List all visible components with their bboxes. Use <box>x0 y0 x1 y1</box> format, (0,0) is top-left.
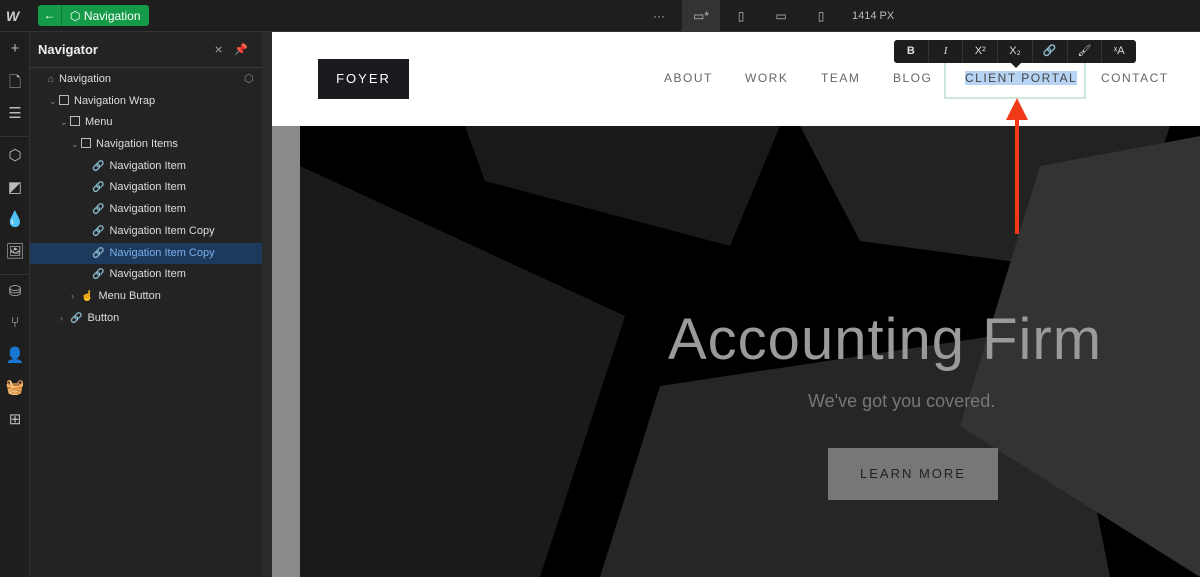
landscape-breakpoint-icon[interactable]: ▭ <box>762 0 800 32</box>
tablet-breakpoint-icon[interactable]: ▯ <box>722 0 760 32</box>
chevron-right-icon[interactable]: › <box>60 308 70 330</box>
link-icon: 🔗 <box>92 182 105 194</box>
top-bar: W ← ⬡ Navigation ··· ▭* ▯ ▭ ▯ 1414 PX <box>0 0 1200 32</box>
nav-link-client-portal[interactable]: CLIENT PORTAL <box>965 71 1078 85</box>
navigator-item[interactable]: ⌂ Navigation ⬡ <box>30 69 262 91</box>
navigator-item-label: Menu <box>85 116 113 129</box>
collapse-all-icon[interactable]: ⨯ <box>214 32 223 68</box>
navigator-item-label: Navigation Wrap <box>74 94 156 107</box>
navigator-item-label: Menu Button <box>98 289 161 302</box>
link-button[interactable]: 🔗 <box>1033 40 1068 63</box>
pin-icon[interactable]: 📌 <box>234 32 248 68</box>
navigator-item[interactable]: 🔗 Navigation Item <box>30 156 262 178</box>
chevron-down-icon[interactable]: ⌄ <box>71 134 81 156</box>
cms-icon[interactable]: ⛁ <box>0 282 30 300</box>
ecommerce-icon[interactable]: 🧺 <box>0 378 30 396</box>
link-icon: 🔗 <box>70 312 83 324</box>
hero-title[interactable]: Accounting Firm <box>668 306 1102 373</box>
navigator-item[interactable]: › 🔗 Button <box>30 308 262 330</box>
navigator-item-label: Navigation Item <box>109 203 186 216</box>
navigator-item-label: Navigation <box>59 73 112 85</box>
navigator-item[interactable]: ⌄ Menu <box>30 112 262 134</box>
link-icon: 🔗 <box>92 160 105 172</box>
variables-icon[interactable]: 💧 <box>0 210 30 228</box>
navigator-item[interactable]: 🔗 Navigation Item Copy <box>30 242 262 265</box>
link-icon: 🔗 <box>92 269 105 281</box>
nav-link-contact[interactable]: CONTACT <box>1101 71 1169 85</box>
back-arrow-icon[interactable]: ← <box>38 5 62 26</box>
left-toolbar: + 🗋 ☰ ⬡ ◩ 💧 🖼 ⛁ ⑂ 👤 🧺 ⊞ <box>0 32 30 577</box>
mobile-breakpoint-icon[interactable]: ▯ <box>802 0 840 32</box>
nav-link-team[interactable]: TEAM <box>821 71 860 85</box>
webflow-logo[interactable]: W <box>6 8 19 24</box>
navigator-item-label: Navigation Item <box>109 181 186 194</box>
component-label: ⬡ Navigation <box>70 8 141 23</box>
navigator-item-label: Navigation Item Copy <box>109 246 215 259</box>
nav-link-about[interactable]: ABOUT <box>664 71 713 85</box>
superscript-button[interactable]: X² <box>963 40 999 63</box>
component-breadcrumb[interactable]: ← ⬡ Navigation <box>38 5 149 26</box>
navigator-item-label: Navigation Item <box>109 268 186 281</box>
italic-button[interactable]: I <box>929 40 964 63</box>
navigator-item-label: Navigation Items <box>96 138 178 151</box>
link-icon: 🔗 <box>92 247 105 259</box>
navigator-item[interactable]: 🔗 Navigation Item <box>30 199 262 221</box>
toolbar-caret <box>1010 62 1022 68</box>
navigator-item-label: Navigation Item <box>109 159 186 172</box>
chevron-down-icon[interactable]: ⌄ <box>49 91 59 113</box>
div-block-icon <box>81 138 91 149</box>
chevron-right-icon[interactable]: › <box>71 286 81 308</box>
navigator-icon[interactable]: ☰ <box>0 104 30 122</box>
styles-icon[interactable]: ◩ <box>0 178 30 196</box>
chevron-down-icon[interactable]: ⌄ <box>60 112 70 134</box>
nav-link-blog[interactable]: BLOG <box>893 71 932 85</box>
components-icon[interactable]: ⬡ <box>0 146 30 164</box>
logic-icon[interactable]: ⑂ <box>0 314 30 331</box>
div-block-icon <box>70 116 80 127</box>
navigator-item[interactable]: › ☝ Menu Button <box>30 286 262 308</box>
background-tile <box>300 166 625 577</box>
clear-format-button[interactable]: ˣA <box>1102 40 1136 63</box>
navigator-item-label: Navigation Item Copy <box>109 224 215 237</box>
home-icon: ⌂ <box>48 74 55 85</box>
desktop-breakpoint-icon[interactable]: ▭* <box>682 0 720 32</box>
assets-icon[interactable]: 🖼 <box>0 242 30 260</box>
div-block-icon <box>59 94 69 105</box>
nav-link-work[interactable]: WORK <box>745 71 788 85</box>
bold-button[interactable]: B <box>894 40 929 63</box>
navigator-tree: ⌂ Navigation ⬡ ⌄ Navigation Wrap ⌄ Menu ⌄ Naviga… <box>30 68 262 329</box>
navigator-item[interactable]: ⌄ Navigation Items <box>30 134 262 156</box>
pages-icon[interactable]: 🗋 <box>0 72 30 97</box>
link-icon: 🔗 <box>92 225 105 237</box>
apps-icon[interactable]: ⊞ <box>0 410 30 428</box>
learn-more-button[interactable]: LEARN MORE <box>828 448 998 500</box>
panel-scrollbar[interactable] <box>262 32 272 577</box>
more-icon[interactable]: ··· <box>640 0 678 32</box>
hero-subtitle[interactable]: We've got you covered. <box>808 391 995 412</box>
users-icon[interactable]: 👤 <box>0 346 30 364</box>
navigator-item[interactable]: 🔗 Navigation Item <box>30 177 262 199</box>
site-header: FOYER ABOUT WORK TEAM BLOG CLIENT PORTAL… <box>272 32 1200 126</box>
design-canvas[interactable]: FOYER ABOUT WORK TEAM BLOG CLIENT PORTAL… <box>272 32 1200 577</box>
text-format-toolbar: B I X² X₂ 🔗 🖌 ˣA <box>894 40 1136 63</box>
component-icon: ⬡ <box>244 73 254 85</box>
navigator-item-label: Button <box>87 311 120 324</box>
add-icon[interactable]: + <box>0 40 30 57</box>
subscript-button[interactable]: X₂ <box>998 40 1033 63</box>
brand-logo[interactable]: FOYER <box>318 59 409 99</box>
navigator-panel: Navigator ⨯ 📌 ⌂ Navigation ⬡ ⌄ Navigation Wr… <box>30 32 262 577</box>
navigator-item[interactable]: 🔗 Navigation Item <box>30 264 262 286</box>
red-arrow-annotation <box>1006 98 1028 234</box>
brush-button[interactable]: 🖌 <box>1068 40 1103 63</box>
hero-section: Accounting Firm We've got you covered. L… <box>300 126 1200 577</box>
navigator-title: Navigator <box>38 42 98 57</box>
navigator-item[interactable]: ⌄ Navigation Wrap <box>30 91 262 113</box>
canvas-width: 1414 PX <box>852 10 895 22</box>
navigator-item[interactable]: 🔗 Navigation Item Copy <box>30 221 262 243</box>
background-tile <box>465 126 780 246</box>
link-icon: 🔗 <box>92 204 105 216</box>
hand-icon: ☝ <box>81 290 94 302</box>
